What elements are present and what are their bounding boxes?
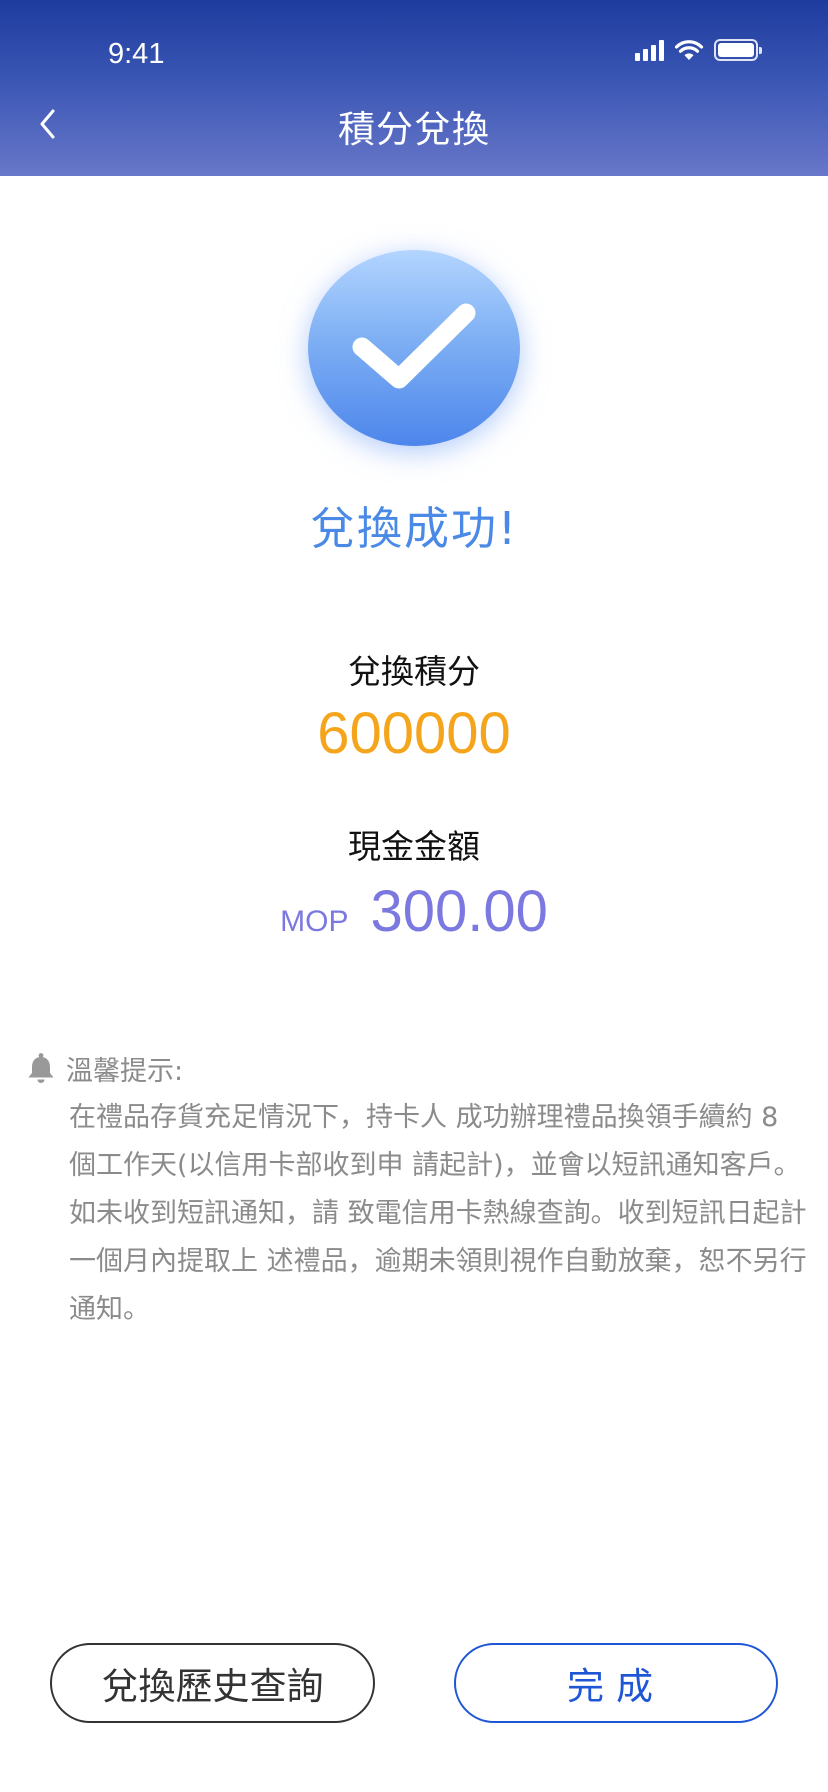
checkmark-icon: [352, 303, 476, 389]
status-time: 9:41: [108, 38, 165, 70]
tip-header: 溫馨提示:: [26, 1048, 806, 1088]
success-title: 兌換成功!: [309, 502, 519, 555]
battery-icon: [714, 39, 762, 61]
cash-label: 現金金額: [348, 827, 480, 866]
page-title: 積分兌換: [338, 108, 490, 151]
header: 9:41 積分兌換: [0, 0, 828, 176]
bell-icon: [28, 1053, 54, 1083]
points-value: 600000: [317, 701, 511, 766]
page: 9:41 積分兌換 兌換成功! 兌換積分 600000 現金金額 MOP 300…: [0, 0, 828, 1792]
points-label: 兌換積分: [348, 652, 480, 691]
success-badge: [308, 250, 520, 446]
tip-title: 溫馨提示:: [66, 1055, 184, 1087]
signal-icon: [635, 39, 664, 61]
cash-value: 300.00: [370, 879, 548, 944]
done-button[interactable]: 完成: [454, 1643, 778, 1723]
tip-body: 在禮品存貨充足情況下，持卡人 成功辦理禮品換領手續約 8 個工作天(以信用卡部收…: [69, 1102, 807, 1325]
cash-amount: MOP 300.00: [0, 878, 828, 945]
tip-section: 溫馨提示: 在禮品存貨充足情況下，持卡人 成功辦理禮品換領手續約 8 個工作天(…: [26, 1048, 807, 1334]
history-button[interactable]: 兌換歷史查詢: [50, 1643, 375, 1723]
status-icons: [635, 38, 762, 62]
currency-label: MOP: [280, 905, 349, 938]
wifi-icon: [674, 40, 704, 60]
